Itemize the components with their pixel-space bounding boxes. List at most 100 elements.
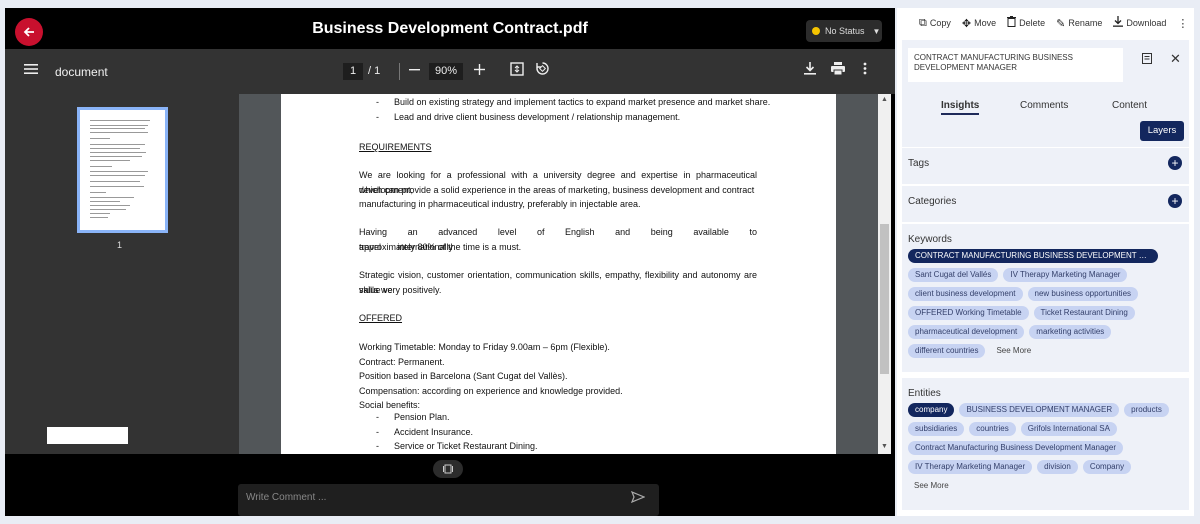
fit-page-icon[interactable]	[510, 62, 524, 80]
move-button[interactable]: ✥ Move	[962, 17, 996, 30]
keyword-chip[interactable]: Ticket Restaurant Dining	[1033, 306, 1135, 320]
tab-comments[interactable]: Comments	[1020, 100, 1068, 111]
print-icon[interactable]	[831, 62, 845, 79]
entity-chip[interactable]: subsidiaries	[908, 422, 965, 436]
title-card: CONTRACT MANUFACTURING BUSINESS DEVELOPM…	[902, 40, 1189, 95]
entity-chip[interactable]: countries	[969, 422, 1016, 436]
keyword-chip[interactable]: Sant Cugat del Vallés	[908, 268, 999, 282]
toolbar-divider	[399, 63, 400, 80]
caret-down-icon: ▼	[872, 26, 881, 36]
title-bar: Business Development Contract.pdf No Sta…	[5, 8, 895, 49]
tab-content[interactable]: Content	[1112, 100, 1147, 111]
action-bar: ⧉ Copy ✥ Move Delete ✎ Rename Download ⋮	[897, 8, 1194, 38]
download-label: Download	[1126, 18, 1167, 28]
entity-chip[interactable]: company	[908, 403, 955, 417]
keyword-chip[interactable]: OFFERED Working Timetable	[908, 306, 1029, 320]
keyword-chip[interactable]: pharmaceutical development	[908, 325, 1025, 339]
keyword-chip[interactable]: different countries	[908, 344, 986, 358]
zoom-input[interactable]: 90%	[429, 63, 463, 80]
download-icon[interactable]	[804, 62, 816, 79]
trash-icon	[1007, 16, 1017, 30]
document-name-field[interactable]: CONTRACT MANUFACTURING BUSINESS DEVELOPM…	[908, 48, 1123, 82]
rename-button[interactable]: ✎ Rename	[1056, 17, 1102, 30]
app-frame: Business Development Contract.pdf No Sta…	[0, 0, 1200, 524]
entity-chip[interactable]: products	[1124, 403, 1169, 417]
list-item: Accident Insurance.	[394, 426, 474, 437]
copy-icon: ⧉	[919, 16, 927, 29]
bullet: -	[376, 112, 379, 122]
document-icon[interactable]	[1142, 53, 1152, 67]
paragraph-line: approximately 80% of the time is a must.	[359, 241, 522, 252]
keyword-chip[interactable]: new business opportunities	[1027, 287, 1139, 301]
keywords-heading: Keywords	[908, 234, 952, 245]
add-tag-button[interactable]: +	[1168, 156, 1182, 170]
details-panel: ⧉ Copy ✥ Move Delete ✎ Rename Download ⋮…	[897, 8, 1194, 516]
bullet: -	[376, 441, 379, 451]
keywords-see-more-link[interactable]: See More	[990, 344, 1031, 358]
rename-label: Rename	[1068, 18, 1103, 28]
comment-input[interactable]	[246, 492, 606, 503]
tab-insights[interactable]: Insights	[941, 100, 980, 115]
vertical-scrollbar[interactable]: ▲ ▼	[878, 94, 891, 454]
entities-see-more-link[interactable]: See More	[908, 479, 1186, 493]
zoom-in-icon[interactable]	[474, 62, 485, 79]
pdf-page: - - Build on existing strategy and imple…	[281, 94, 836, 454]
page-number-input[interactable]: 1	[343, 63, 363, 80]
paragraph-line: Position based in Barcelona (Sant Cugat …	[359, 371, 568, 381]
copy-button[interactable]: ⧉ Copy	[919, 17, 951, 30]
send-icon[interactable]	[630, 490, 646, 506]
page-thumbnail[interactable]	[77, 107, 168, 233]
layers-button[interactable]: Layers	[1140, 121, 1184, 141]
delete-button[interactable]: Delete	[1007, 16, 1045, 30]
more-vertical-icon[interactable]: ⋮	[1177, 17, 1188, 30]
scroll-up-icon[interactable]: ▲	[881, 96, 888, 103]
paragraph-line: Working Timetable: Monday to Friday 9.00…	[359, 342, 610, 352]
entity-chip[interactable]: IV Therapy Marketing Manager	[908, 460, 1033, 474]
keyword-chip[interactable]: CONTRACT MANUFACTURING BUSINESS DEVELOPM…	[908, 249, 1158, 263]
thumbnail-panel: 1	[5, 94, 239, 454]
scrollbar-thumb[interactable]	[880, 224, 889, 374]
section-heading: OFFERED	[359, 313, 403, 323]
add-category-button[interactable]: +	[1168, 194, 1182, 208]
bullet: -	[376, 97, 379, 107]
close-icon[interactable]: ✕	[1170, 51, 1181, 67]
entity-chip[interactable]: division	[1037, 460, 1078, 474]
pdf-viewer: Business Development Contract.pdf No Sta…	[5, 8, 895, 516]
zoom-out-icon[interactable]	[409, 62, 420, 79]
keyword-chips: CONTRACT MANUFACTURING BUSINESS DEVELOPM…	[908, 249, 1186, 358]
comment-box	[238, 484, 659, 516]
paragraph-line: Compensation: according on experience an…	[359, 385, 623, 396]
keyword-chip[interactable]: IV Therapy Marketing Manager	[1003, 268, 1128, 282]
entity-chip[interactable]: Contract Manufacturing Business Developm…	[908, 441, 1123, 455]
paragraph-line: Social benefits:	[359, 400, 421, 410]
pencil-icon: ✎	[1056, 17, 1066, 30]
copy-label: Copy	[929, 18, 951, 28]
tags-section: Tags +	[902, 148, 1189, 184]
fit-width-icon	[443, 464, 453, 474]
download-icon	[1113, 16, 1124, 30]
entities-section: Entities company BUSINESS DEVELOPMENT MA…	[902, 378, 1189, 510]
section-heading: REQUIREMENTS	[359, 142, 432, 152]
menu-icon[interactable]	[24, 62, 38, 79]
download-button[interactable]: Download	[1113, 16, 1166, 30]
document-title: Business Development Contract.pdf	[312, 20, 588, 37]
rotate-icon[interactable]	[535, 61, 550, 80]
entity-chip[interactable]: BUSINESS DEVELOPMENT MANAGER	[959, 403, 1120, 417]
entity-chip[interactable]: Company	[1082, 460, 1132, 474]
delete-label: Delete	[1019, 18, 1046, 28]
pdf-toolbar: document 1 / 1 90%	[5, 49, 895, 94]
categories-heading: Categories	[908, 196, 957, 207]
document-canvas: - - Build on existing strategy and imple…	[239, 94, 891, 454]
fit-width-button[interactable]	[433, 460, 463, 478]
keywords-section: Keywords CONTRACT MANUFACTURING BUSINESS…	[902, 224, 1189, 372]
scroll-down-icon[interactable]: ▼	[881, 443, 888, 450]
status-dropdown[interactable]: No Status ▼	[806, 20, 882, 42]
more-vertical-icon[interactable]	[863, 62, 867, 79]
keyword-chip[interactable]: marketing activities	[1029, 325, 1112, 339]
list-item: Service or Ticket Restaurant Dining.	[394, 441, 538, 451]
status-label: No Status	[825, 26, 865, 36]
keyword-chip[interactable]: client business development	[908, 287, 1023, 301]
paragraph-line: value very positively.	[359, 284, 442, 295]
paragraph-line: manufacturing in pharmaceutical industry…	[359, 199, 641, 209]
entity-chip[interactable]: Grifols International SA	[1020, 422, 1117, 436]
